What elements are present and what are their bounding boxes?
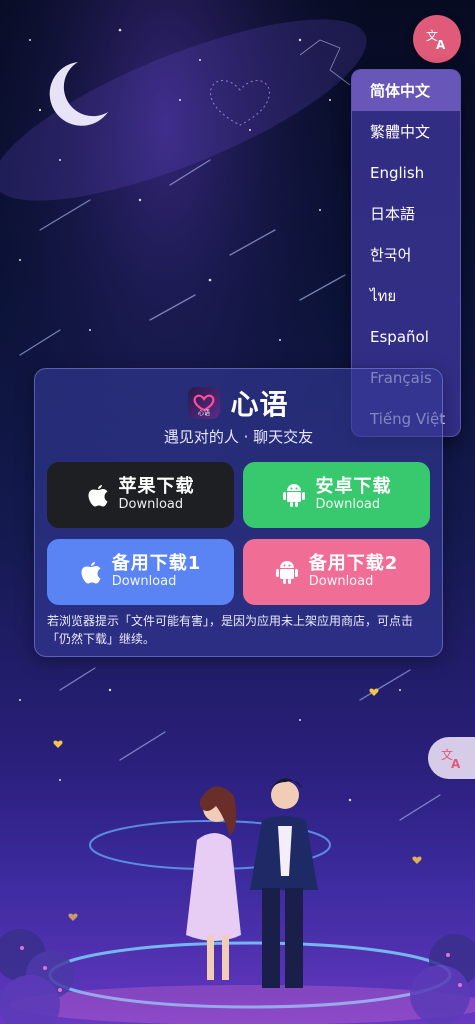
language-option-zh-hans[interactable]: 简体中文	[352, 70, 460, 111]
apple-icon	[88, 485, 107, 507]
apple-download-button[interactable]: 苹果下载 Download	[47, 462, 234, 528]
backup-download-2-sub: Download	[308, 573, 374, 589]
language-option-en[interactable]: English	[352, 152, 460, 193]
brand-header: 心语 心语	[35, 383, 442, 423]
backup-download-2-label: 备用下载2	[308, 553, 399, 575]
side-translate-button[interactable]: 文 A	[428, 737, 475, 779]
android-icon	[275, 561, 298, 584]
app-logo: 心语	[188, 387, 221, 419]
backup-download-1-sub: Download	[111, 573, 177, 589]
backup-download-2-button[interactable]: 备用下载2 Download	[243, 539, 430, 605]
language-option-es[interactable]: Español	[352, 316, 460, 357]
language-option-ja[interactable]: 日本語	[352, 193, 460, 234]
apple-download-sub: Download	[118, 496, 184, 512]
android-download-label: 安卓下载	[315, 476, 392, 498]
heart-logo-icon: 心语	[194, 394, 215, 417]
app-tagline: 遇见对的人 · 聊天交友	[163, 428, 314, 446]
android-download-sub: Download	[315, 496, 381, 512]
android-icon	[282, 484, 305, 507]
translate-icon: 文 A	[426, 28, 446, 52]
language-option-th[interactable]: ไทย	[352, 275, 460, 316]
svg-text:A: A	[451, 757, 461, 771]
app-name: 心语	[230, 388, 289, 421]
translate-icon: 文 A	[441, 747, 461, 771]
language-toggle-button[interactable]: 文 A	[413, 15, 461, 63]
download-card: 心语 心语 遇见对的人 · 聊天交友 苹果下载 Download 安卓下载 Do…	[34, 368, 443, 657]
apple-icon	[81, 562, 101, 584]
android-download-button[interactable]: 安卓下载 Download	[243, 462, 430, 528]
language-option-ko[interactable]: 한국어	[352, 234, 460, 275]
language-option-zh-hant[interactable]: 繁體中文	[352, 111, 460, 152]
backup-download-1-label: 备用下载1	[111, 553, 202, 575]
svg-text:心语: 心语	[198, 409, 210, 417]
download-warning-note: 若浏览器提示「文件可能有害」，是因为应用未上架应用商店，可点击「仍然下载」继续。	[47, 614, 414, 646]
svg-text:A: A	[436, 38, 446, 52]
backup-download-1-button[interactable]: 备用下载1 Download	[47, 539, 234, 605]
apple-download-label: 苹果下载	[118, 476, 195, 498]
